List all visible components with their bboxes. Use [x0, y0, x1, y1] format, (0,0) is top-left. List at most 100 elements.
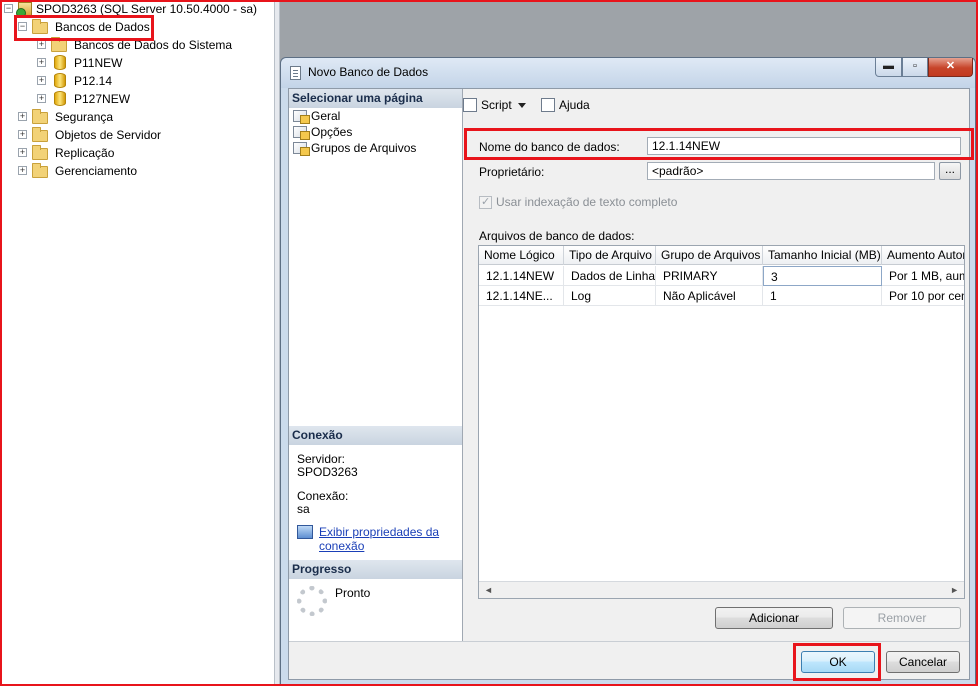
tree-system-databases[interactable]: + Bancos de Dados do Sistema [37, 36, 257, 54]
expand-icon[interactable]: + [37, 40, 46, 49]
grid-cell[interactable]: 12.1.14NE... [479, 286, 564, 306]
tree-folder-node[interactable]: + Objetos de Servidor [18, 126, 178, 144]
page-label: Geral [311, 109, 341, 123]
grid-cell[interactable]: PRIMARY [656, 266, 763, 286]
connection-properties-link[interactable]: conexão [319, 539, 364, 553]
dialog-titlebar[interactable]: Novo Banco de Dados ▬ ▫ ✕ [281, 58, 975, 88]
folder-label: Objetos de Servidor [55, 128, 162, 142]
database-label: P127NEW [74, 92, 131, 106]
connection-label: Conexão: [297, 489, 349, 503]
help-label: Ajuda [559, 98, 590, 112]
expand-icon[interactable]: + [18, 130, 27, 139]
add-button[interactable]: Adicionar [715, 607, 833, 629]
column-header[interactable]: Tamanho Inicial (MB) [763, 246, 882, 265]
table-row[interactable]: 12.1.14NEW Dados de Linha PRIMARY 3 Por … [479, 266, 964, 286]
grid-cell[interactable]: Log [564, 286, 656, 306]
collapse-icon[interactable]: − [18, 22, 27, 31]
table-row[interactable]: 12.1.14NE... Log Não Aplicável 1 Por 10 … [479, 286, 964, 306]
folder-icon [32, 19, 48, 34]
server-label: Servidor: [297, 452, 346, 466]
connection-header: Conexão [289, 426, 462, 445]
dialog-toolbar: Script Ajuda [463, 89, 969, 119]
db-files-label: Arquivos de banco de dados: [479, 229, 635, 243]
system-databases-label: Bancos de Dados do Sistema [74, 38, 233, 52]
grid-cell[interactable]: Não Aplicável [656, 286, 763, 306]
select-page-header: Selecionar uma página [289, 89, 462, 108]
new-database-dialog: Novo Banco de Dados ▬ ▫ ✕ Selecionar uma… [280, 57, 976, 686]
column-header[interactable]: Aumento Automa [882, 246, 964, 265]
grid-cell[interactable]: Por 10 por cent [882, 286, 964, 306]
scroll-right-icon[interactable]: ► [950, 585, 959, 595]
expand-icon[interactable]: + [18, 148, 27, 157]
folder-icon [32, 145, 48, 160]
progress-status: Pronto [335, 586, 371, 600]
remove-button[interactable]: Remover [843, 607, 961, 629]
expand-icon[interactable]: + [37, 94, 46, 103]
database-icon [54, 91, 66, 106]
minimize-button[interactable]: ▬ [875, 58, 902, 77]
database-icon [54, 55, 66, 70]
tree-folder-node[interactable]: + Replicação [18, 144, 158, 162]
folder-icon [51, 37, 67, 52]
folder-icon [32, 163, 48, 178]
grid-cell[interactable]: Por 1 MB, aume [882, 266, 964, 286]
tree-databases-folder[interactable]: − Bancos de Dados [18, 18, 158, 36]
script-label: Script [481, 98, 512, 112]
expand-icon[interactable]: + [37, 58, 46, 67]
owner-input[interactable]: <padrão> [647, 162, 935, 180]
databases-folder-label: Bancos de Dados [55, 20, 150, 34]
ok-button[interactable]: OK [801, 651, 875, 673]
fulltext-label: Usar indexação de texto completo [496, 195, 678, 209]
grid-cell[interactable]: 3 [763, 266, 882, 286]
column-header[interactable]: Tipo de Arquivo [564, 246, 656, 265]
folder-icon [32, 127, 48, 142]
server-value: SPOD3263 [297, 465, 358, 479]
connection-properties-link[interactable]: Exibir propriedades da [319, 525, 439, 539]
dialog-title: Novo Banco de Dados [308, 65, 429, 79]
tree-database-node[interactable]: + P12.14 [37, 72, 157, 90]
page-item-filegroups[interactable]: Grupos de Arquivos [293, 140, 416, 156]
scroll-left-icon[interactable]: ◄ [484, 585, 493, 595]
database-icon [54, 73, 66, 88]
maximize-button[interactable]: ▫ [902, 58, 928, 77]
dropdown-arrow-icon[interactable] [517, 103, 526, 108]
tree-database-node[interactable]: + P11NEW [37, 54, 157, 72]
grid-cell[interactable]: Dados de Linha [564, 266, 656, 286]
page-selector-pane: Selecionar uma página Geral Opções Grupo… [289, 89, 463, 641]
collapse-icon[interactable]: − [4, 4, 13, 13]
tree-folder-node[interactable]: + Segurança [18, 108, 158, 126]
progress-spinner-icon [297, 586, 327, 616]
column-header[interactable]: Grupo de Arquivos [656, 246, 763, 265]
tree-server-node[interactable]: − SPOD3263 (SQL Server 10.50.4000 - sa) [4, 0, 264, 18]
database-label: P12.14 [74, 74, 113, 88]
fulltext-checkbox[interactable] [479, 195, 492, 209]
dialog-client: Selecionar uma página Geral Opções Grupo… [288, 88, 970, 680]
folder-icon [32, 109, 48, 124]
help-button[interactable]: Ajuda [541, 97, 590, 113]
grid-cell[interactable]: 1 [763, 286, 882, 306]
script-icon [463, 98, 477, 112]
page-item-general[interactable]: Geral [293, 108, 340, 124]
grid-cell[interactable]: 12.1.14NEW [479, 266, 564, 286]
script-button[interactable]: Script [463, 97, 526, 113]
cancel-button[interactable]: Cancelar [886, 651, 960, 673]
tree-database-node[interactable]: + P127NEW [37, 90, 157, 108]
folder-label: Gerenciamento [55, 164, 138, 178]
column-header[interactable]: Nome Lógico [479, 246, 564, 265]
expand-icon[interactable]: + [37, 76, 46, 85]
expand-icon[interactable]: + [18, 166, 27, 175]
page-icon [293, 142, 310, 156]
page-item-options[interactable]: Opções [293, 124, 352, 140]
connection-properties-icon [297, 525, 313, 539]
grid-header: Nome Lógico Tipo de Arquivo Grupo de Arq… [479, 246, 964, 265]
owner-browse-button[interactable]: ... [939, 162, 961, 180]
tree-folder-node[interactable]: + Gerenciamento [18, 162, 158, 180]
database-files-grid[interactable]: Nome Lógico Tipo de Arquivo Grupo de Arq… [478, 245, 965, 599]
database-label: P11NEW [74, 56, 123, 70]
page-icon [293, 126, 310, 140]
db-name-input[interactable]: 12.1.14NEW [647, 137, 961, 155]
expand-icon[interactable]: + [18, 112, 27, 121]
close-button[interactable]: ✕ [928, 58, 973, 77]
page-icon [293, 110, 310, 124]
horizontal-scrollbar[interactable]: ◄ ► [479, 581, 964, 598]
